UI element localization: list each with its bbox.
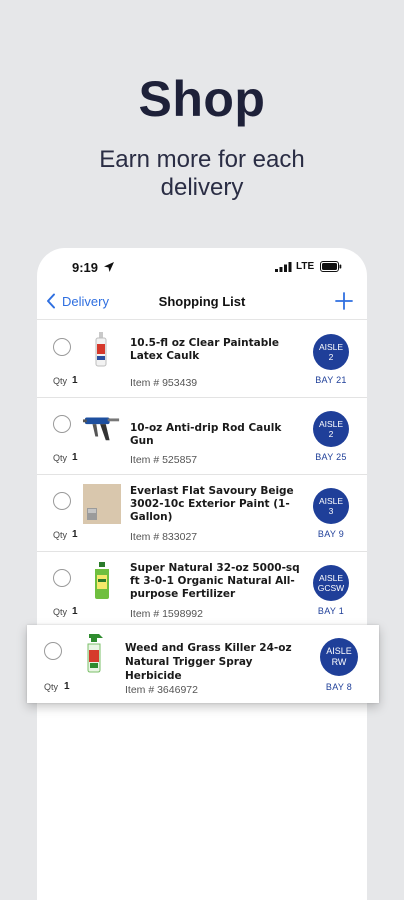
list-item[interactable]: 10-oz Anti-drip Rod Caulk Gun Item # 525…	[37, 398, 367, 475]
status-bar: 9:19 LTE	[37, 248, 367, 288]
aisle-value: RW	[331, 657, 347, 667]
item-name: Everlast Flat Savoury Beige 3002-10c Ext…	[130, 485, 294, 523]
list-item[interactable]: Everlast Flat Savoury Beige 3002-10c Ext…	[37, 475, 367, 552]
item-checkbox[interactable]	[53, 415, 71, 433]
qty-label: Qty	[44, 682, 59, 692]
qty-value: 1	[72, 529, 78, 540]
item-checkbox[interactable]	[44, 642, 62, 660]
item-number: Item # 525857	[130, 454, 198, 466]
promo-headline: Shop	[138, 71, 266, 127]
bay-label: BAY 8	[325, 682, 353, 692]
list-item[interactable]: Super Natural 32-oz 5000-sq ft 3-0-1 Org…	[37, 552, 367, 629]
aisle-badge: AISLE 3	[313, 488, 349, 524]
aisle-badge: AISLE RW	[320, 638, 358, 676]
aisle-badge: AISLE 2	[313, 334, 349, 370]
aisle-badge: AISLE 2	[313, 411, 349, 447]
network-label: LTE	[296, 261, 315, 272]
qty-value: 1	[72, 606, 78, 617]
page-title: Shopping List	[158, 294, 246, 309]
item-name: Super Natural 32-oz 5000-sq ft 3-0-1 Org…	[130, 562, 300, 600]
signal-icon	[275, 262, 292, 272]
qty-label: Qty	[53, 607, 68, 617]
location-arrow-icon	[104, 262, 114, 272]
aisle-label: AISLE	[318, 419, 344, 429]
promo-subline: Earn more for each delivery	[99, 146, 305, 201]
aisle-value: 3	[328, 506, 334, 516]
aisle-label: AISLE	[318, 573, 344, 583]
aisle-value: GCSW	[317, 583, 345, 593]
item-checkbox[interactable]	[53, 492, 71, 510]
item-name: 10.5-fl oz Clear Paintable Latex Caulk	[130, 337, 279, 362]
bay-label: BAY 25	[315, 452, 347, 462]
paint-swatch-icon	[83, 483, 121, 525]
list-item[interactable]: 10.5-fl oz Clear Paintable Latex Caulk I…	[37, 321, 367, 398]
qty-value: 1	[64, 681, 70, 692]
spray-bottle-icon	[79, 631, 113, 675]
plus-icon[interactable]	[335, 292, 353, 310]
qty-label: Qty	[53, 530, 68, 540]
highlighted-list-item[interactable]: Weed and Grass Killer 24-oz Natural Trig…	[27, 625, 379, 703]
qty-value: 1	[72, 375, 78, 386]
shopping-list: 10.5-fl oz Clear Paintable Latex Caulk I…	[37, 321, 367, 629]
fertilizer-jug-icon	[83, 560, 121, 602]
battery-icon	[320, 261, 342, 272]
item-number: Item # 953439	[130, 377, 198, 389]
item-checkbox[interactable]	[53, 569, 71, 587]
aisle-label: AISLE	[318, 496, 344, 506]
item-number: Item # 1598992	[130, 608, 203, 620]
item-checkbox[interactable]	[53, 338, 71, 356]
bay-label: BAY 1	[317, 606, 345, 616]
phone-screen: 9:19 LTE Delivery Shopping List 10.5-fl …	[37, 248, 367, 900]
caulk-tube-icon	[83, 329, 121, 371]
qty-label: Qty	[53, 376, 68, 386]
bay-label: BAY 9	[317, 529, 345, 539]
qty-label: Qty	[53, 453, 68, 463]
aisle-badge: AISLE GCSW	[313, 565, 349, 601]
aisle-value: 2	[328, 352, 334, 362]
bay-label: BAY 21	[315, 375, 347, 385]
item-name: Weed and Grass Killer 24-oz Natural Trig…	[125, 642, 292, 682]
qty-value: 1	[72, 452, 78, 463]
aisle-label: AISLE	[318, 342, 344, 352]
status-time: 9:19	[72, 260, 99, 275]
item-name: 10-oz Anti-drip Rod Caulk Gun	[130, 422, 282, 447]
item-number: Item # 3646972	[125, 684, 198, 696]
caulk-gun-icon	[83, 406, 121, 448]
nav-bar: Delivery Shopping List	[37, 288, 367, 320]
aisle-label: AISLE	[326, 646, 352, 656]
aisle-value: 2	[328, 429, 334, 439]
item-number: Item # 833027	[130, 531, 198, 543]
